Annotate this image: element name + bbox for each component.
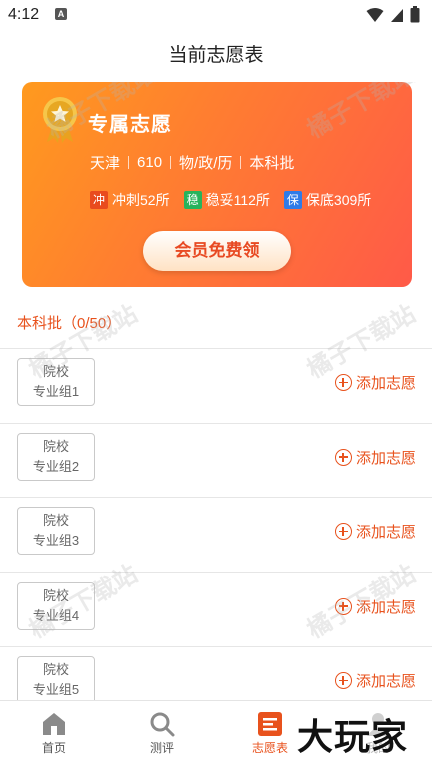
group-row: 院校 专业组5 添加志愿 (0, 646, 432, 700)
battery-icon (410, 6, 420, 23)
plus-circle-icon (334, 374, 352, 391)
group-box[interactable]: 院校 专业组1 (17, 358, 95, 406)
group-box-line1: 院校 (42, 587, 69, 603)
add-choice-label: 添加志愿 (355, 375, 416, 392)
group-box[interactable]: 院校 专业组3 (17, 507, 95, 555)
group-box-line1: 院校 (42, 364, 69, 379)
signal-icon (391, 8, 403, 22)
score: 610 (137, 154, 163, 171)
group-row: 院校 专业组2 添加志愿 (0, 422, 432, 489)
divider (240, 156, 242, 169)
group-box-line2: 专业组5 (32, 682, 80, 697)
stat-chong: 冲 冲刺52所 (90, 190, 170, 210)
notification-icon: A (55, 8, 67, 20)
tab-label: 测评 (149, 741, 174, 755)
group-box-line2: 专业组1 (32, 384, 80, 399)
group-list: 院校 专业组1 添加志愿 院校 专业组2 添加志愿 院校 专业组3 添加志愿 院… (0, 348, 432, 700)
promo-info: 天津 610 物/政/历 本科批 (90, 152, 294, 173)
status-bar: 4:12 A (0, 0, 432, 30)
add-choice-button[interactable]: 添加志愿 (334, 372, 416, 393)
add-choice-button[interactable]: 添加志愿 (334, 670, 416, 691)
divider (170, 156, 172, 169)
tab-home[interactable]: 首页 (0, 701, 108, 768)
tab-label: 志愿表 (251, 741, 288, 755)
add-choice-label: 添加志愿 (355, 598, 416, 616)
group-box-line1: 院校 (42, 662, 69, 677)
promo-card[interactable]: 专属志愿 天津 610 物/政/历 本科批 冲 冲刺52所 稳 稳妥112所 保… (22, 82, 412, 287)
batch-type: 本科批 (249, 155, 295, 172)
add-choice-label: 添加志愿 (355, 524, 416, 541)
bao-tag: 保 (283, 191, 302, 209)
add-choice-label: 添加志愿 (355, 449, 416, 467)
plus-circle-icon (334, 523, 352, 540)
medal-icon (43, 97, 77, 143)
app-header: 当前志愿表 (0, 30, 432, 82)
add-choice-button[interactable]: 添加志愿 (334, 521, 416, 542)
vip-free-button[interactable]: 会员免费领 (143, 231, 291, 271)
add-choice-button[interactable]: 添加志愿 (334, 596, 416, 617)
plus-circle-icon (334, 597, 352, 615)
search-icon (150, 712, 175, 737)
group-box-line2: 专业组3 (32, 533, 80, 548)
group-box-line1: 院校 (42, 438, 69, 454)
wifi-icon (366, 7, 384, 22)
group-box-line2: 专业组4 (32, 607, 80, 623)
plus-circle-icon (334, 672, 352, 689)
stat-wen: 稳 稳妥112所 (183, 190, 270, 210)
subjects: 物/政/历 (179, 155, 233, 172)
group-row: 院校 专业组3 添加志愿 (0, 497, 432, 563)
tab-assessment[interactable]: 测评 (108, 701, 216, 768)
home-icon (43, 713, 65, 735)
stat-bao: 保 保底309所 (283, 190, 372, 210)
status-icons (366, 6, 420, 23)
group-row: 院校 专业组1 添加志愿 (0, 348, 432, 414)
batch-label: 本科批（0/50） (17, 315, 122, 332)
province: 天津 (90, 155, 121, 172)
add-choice-button[interactable]: 添加志愿 (334, 447, 416, 468)
group-box[interactable]: 院校 专业组5 (17, 656, 95, 700)
group-box-line2: 专业组2 (32, 458, 80, 474)
group-row: 院校 专业组4 添加志愿 (0, 571, 432, 638)
group-box[interactable]: 院校 专业组4 (17, 581, 95, 630)
wen-tag: 稳 (183, 191, 202, 209)
chong-tag: 冲 (90, 191, 108, 209)
group-box-line1: 院校 (42, 513, 69, 528)
brand-logo: 大玩家 (293, 708, 413, 760)
add-choice-label: 添加志愿 (355, 673, 416, 690)
plus-circle-icon (334, 448, 352, 466)
stat-label: 保底309所 (305, 192, 372, 208)
page-title: 当前志愿表 (168, 45, 264, 66)
stat-label: 冲刺52所 (112, 192, 170, 208)
promo-stats: 冲 冲刺52所 稳 稳妥112所 保 保底309所 (90, 190, 371, 210)
group-box[interactable]: 院校 专业组2 (17, 432, 95, 481)
stat-label: 稳妥112所 (205, 192, 270, 208)
tab-label: 首页 (41, 741, 66, 755)
status-time: 4:12 (8, 6, 40, 23)
divider (128, 156, 130, 169)
list-icon (258, 712, 282, 736)
promo-title: 专属志愿 (88, 114, 172, 136)
main-area[interactable]: 专属志愿 天津 610 物/政/历 本科批 冲 冲刺52所 稳 稳妥112所 保… (0, 82, 432, 700)
